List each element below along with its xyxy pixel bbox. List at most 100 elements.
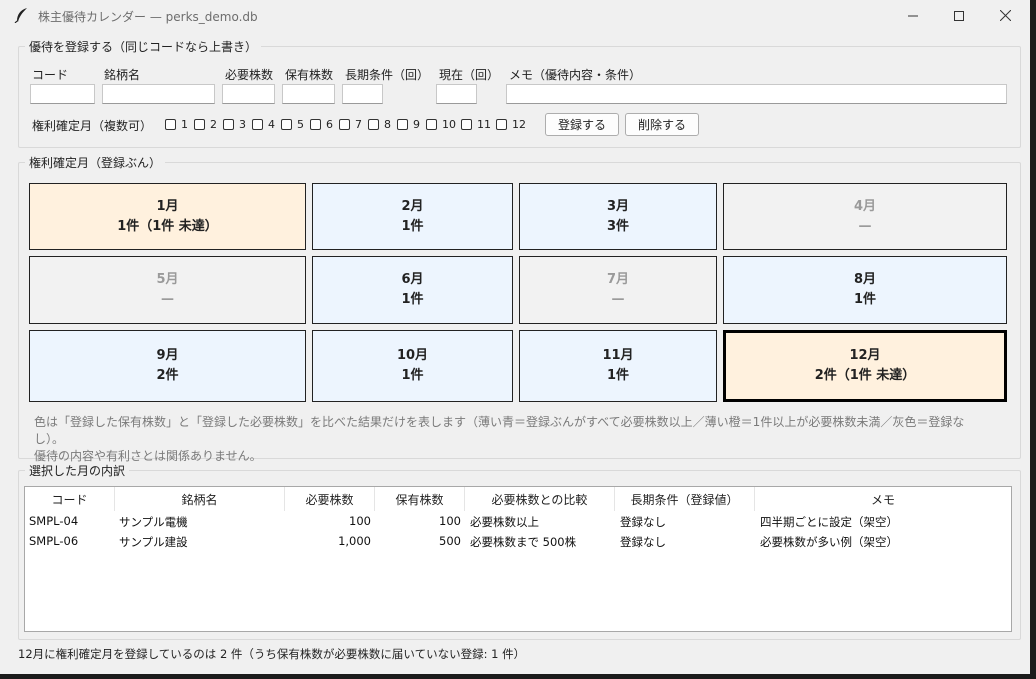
month-tile-12[interactable]: 12月 2件（1件 未達） bbox=[723, 330, 1007, 402]
month-checkbox-9[interactable] bbox=[397, 119, 408, 130]
title-bar: 株主優待カレンダー — perks_demo.db bbox=[0, 0, 1030, 31]
month-checkbox-label: 2 bbox=[210, 118, 217, 131]
month-tile-8[interactable]: 8月 1件 bbox=[723, 256, 1007, 324]
cell-memo: 必要株数が多い例（架空） bbox=[760, 535, 898, 549]
month-checkbox-label: 3 bbox=[239, 118, 246, 131]
month-tile-2[interactable]: 2月 1件 bbox=[312, 183, 513, 250]
close-button[interactable] bbox=[982, 0, 1028, 31]
month-checkbox-label: 7 bbox=[355, 118, 362, 131]
cell-held: 100 bbox=[439, 514, 461, 528]
minimize-icon bbox=[908, 15, 918, 16]
required-label: 必要株数 bbox=[225, 68, 274, 82]
cell-long-term: 登録なし bbox=[620, 515, 666, 529]
cell-code: SMPL-04 bbox=[29, 514, 79, 528]
month-checkbox-label: 6 bbox=[326, 118, 333, 131]
current-input[interactable] bbox=[436, 84, 477, 104]
month-checkbox-7[interactable] bbox=[339, 119, 350, 130]
month-checkbox-12[interactable] bbox=[496, 119, 507, 130]
month-tile-month: 3月 bbox=[606, 198, 630, 214]
month-tile-summary: 1件 bbox=[401, 292, 424, 307]
month-tile-month: 12月 bbox=[849, 348, 881, 363]
month-tile-month: 11月 bbox=[602, 348, 634, 363]
month-tile-month: 9月 bbox=[156, 348, 179, 363]
cell-name: サンプル建設 bbox=[119, 535, 188, 549]
month-checkbox-3[interactable] bbox=[223, 119, 234, 130]
code-input[interactable] bbox=[30, 84, 95, 104]
cell-long-term: 登録なし bbox=[620, 535, 666, 549]
month-checkbox-label: 5 bbox=[297, 118, 304, 131]
detail-legend: 選択した月の内訳 bbox=[25, 462, 130, 479]
month-tile-9[interactable]: 9月 2件 bbox=[29, 330, 306, 402]
month-tile-1[interactable]: 1月 1件（1件 未達） bbox=[29, 183, 306, 250]
register-legend: 優待を登録する（同じコードなら上書き） bbox=[25, 38, 262, 55]
month-tile-summary: 1件 bbox=[401, 218, 424, 234]
code-label: コード bbox=[32, 68, 69, 82]
month-tile-5[interactable]: 5月 — bbox=[29, 256, 306, 324]
memo-input[interactable] bbox=[506, 84, 1007, 104]
note-line-2: 優待の内容や有利さとは関係ありません。 bbox=[34, 449, 262, 463]
column-header-long-term[interactable]: 長期条件（登録値） bbox=[615, 487, 755, 511]
note-line-1: 色は「登録した保有株数」と「登録した必要株数」を比べた結果だけを表します（薄い青… bbox=[34, 415, 965, 446]
maximize-button[interactable] bbox=[936, 0, 982, 31]
column-header-memo[interactable]: メモ bbox=[755, 487, 1011, 511]
delete-button[interactable]: 削除する bbox=[625, 113, 699, 136]
required-input[interactable] bbox=[222, 84, 275, 104]
month-tile-summary: 3件 bbox=[606, 218, 630, 234]
month-tile-summary: 1件 bbox=[606, 368, 630, 383]
month-tile-summary: 1件 bbox=[853, 292, 877, 307]
held-input[interactable] bbox=[282, 84, 335, 104]
cell-comparison: 必要株数以上 bbox=[470, 515, 539, 529]
month-tile-6[interactable]: 6月 1件 bbox=[312, 256, 513, 324]
status-bar: 12月に権利確定月を登録しているのは 2 件（うち保有株数が必要株数に届いていな… bbox=[18, 647, 526, 661]
feather-icon bbox=[14, 8, 27, 23]
month-tile-month: 7月 bbox=[606, 272, 630, 287]
month-checkbox-11[interactable] bbox=[461, 119, 472, 130]
month-checkbox-2[interactable] bbox=[194, 119, 205, 130]
month-tile-11[interactable]: 11月 1件 bbox=[519, 330, 717, 402]
cell-required: 100 bbox=[349, 514, 371, 528]
column-header-required[interactable]: 必要株数 bbox=[285, 487, 375, 511]
month-checkbox-label: 11 bbox=[477, 118, 491, 131]
month-checkbox-label: 4 bbox=[268, 118, 275, 131]
cell-held: 500 bbox=[439, 534, 461, 548]
minimize-button[interactable] bbox=[890, 0, 936, 31]
name-input[interactable] bbox=[102, 84, 215, 104]
column-header-held[interactable]: 保有株数 bbox=[375, 487, 465, 511]
detail-table[interactable]: コード 銘柄名 必要株数 保有株数 必要株数との比較 長期条件（登録値） メモ … bbox=[24, 486, 1012, 632]
held-label: 保有株数 bbox=[285, 68, 334, 82]
month-tile-summary: — bbox=[611, 292, 625, 307]
cell-code: SMPL-06 bbox=[29, 534, 79, 548]
month-checkbox-1[interactable] bbox=[165, 119, 176, 130]
column-header-name[interactable]: 銘柄名 bbox=[115, 487, 285, 511]
register-button[interactable]: 登録する bbox=[545, 113, 619, 136]
month-checkbox-10[interactable] bbox=[426, 119, 437, 130]
month-tile-10[interactable]: 10月 1件 bbox=[312, 330, 513, 402]
month-tile-month: 1月 bbox=[156, 198, 179, 214]
month-checkbox-label: 1 bbox=[181, 118, 188, 131]
month-checkbox-5[interactable] bbox=[281, 119, 292, 130]
month-tile-month: 4月 bbox=[853, 198, 877, 214]
month-checkbox-label: 9 bbox=[413, 118, 420, 131]
month-checkbox-4[interactable] bbox=[252, 119, 263, 130]
month-tile-month: 5月 bbox=[156, 272, 179, 287]
month-checkbox-6[interactable] bbox=[310, 119, 321, 130]
column-header-code[interactable]: コード bbox=[25, 487, 115, 511]
month-tile-4[interactable]: 4月 — bbox=[723, 183, 1007, 250]
months-label: 権利確定月（複数可） bbox=[32, 119, 153, 133]
month-tile-month: 6月 bbox=[401, 272, 424, 287]
month-tile-3[interactable]: 3月 3件 bbox=[519, 183, 717, 250]
month-tile-month: 8月 bbox=[853, 272, 877, 287]
name-label: 銘柄名 bbox=[104, 68, 141, 82]
month-checkbox-8[interactable] bbox=[368, 119, 379, 130]
long-term-input[interactable] bbox=[342, 84, 383, 104]
column-header-comparison[interactable]: 必要株数との比較 bbox=[465, 487, 615, 511]
month-tile-summary: — bbox=[161, 292, 174, 307]
month-tile-7[interactable]: 7月 — bbox=[519, 256, 717, 324]
month-tile-summary: 1件 bbox=[401, 368, 424, 383]
long-term-label: 長期条件（回） bbox=[345, 68, 430, 82]
window-title: 株主優待カレンダー — perks_demo.db bbox=[38, 10, 258, 24]
maximize-icon bbox=[954, 10, 964, 21]
current-label: 現在（回） bbox=[439, 68, 500, 82]
memo-label: メモ（優待内容・条件） bbox=[509, 68, 642, 82]
month-tile-summary: 2件（1件 未達） bbox=[814, 368, 916, 383]
